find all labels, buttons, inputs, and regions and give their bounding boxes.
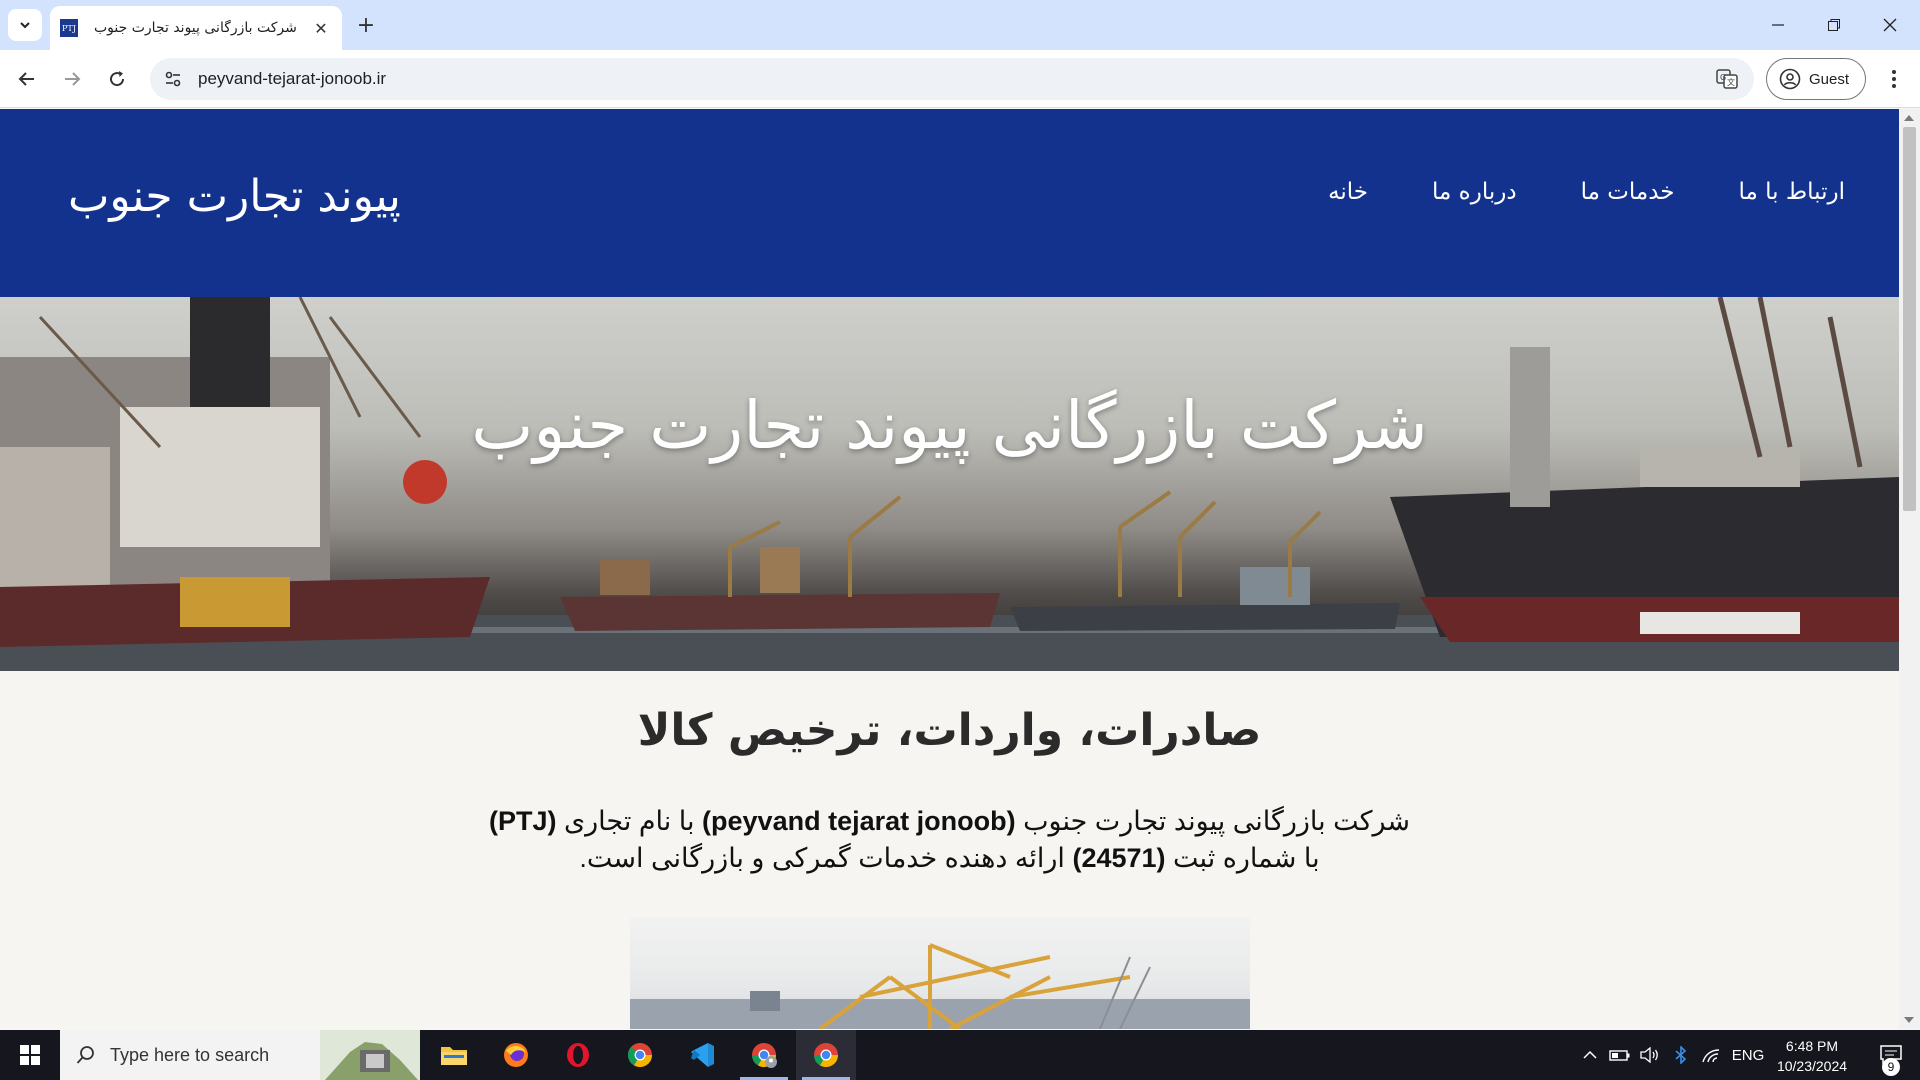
restore-button[interactable] [1806, 0, 1862, 50]
scroll-down-arrow-icon[interactable] [1904, 1017, 1914, 1023]
profile-label: Guest [1809, 70, 1850, 88]
translate-button[interactable]: G文 [1714, 66, 1740, 92]
tune-icon [165, 71, 181, 87]
browser-toolbar: peyvand-tejarat-jonoob.ir G文 Guest [0, 50, 1920, 108]
page-scrollbar[interactable] [1899, 109, 1920, 1029]
profile-button[interactable]: Guest [1766, 58, 1866, 100]
firefox-icon [504, 1043, 528, 1067]
nav-contact[interactable]: ارتباط با ما [1739, 179, 1845, 205]
intro-line-2: با شماره ثبت (24571) ارائه دهنده خدمات گ… [0, 840, 1899, 877]
nav-services[interactable]: خدمات ما [1581, 179, 1675, 205]
close-window-button[interactable] [1862, 0, 1918, 50]
battery-button[interactable] [1606, 1030, 1634, 1080]
search-highlight-image [320, 1030, 420, 1080]
taskbar-clock[interactable]: 6:48 PM 10/23/2024 [1770, 1036, 1854, 1076]
search-icon [76, 1046, 94, 1064]
site-info-button[interactable] [158, 64, 188, 94]
network-button[interactable] [1698, 1030, 1724, 1080]
chrome-icon [814, 1043, 838, 1068]
page-viewport: پیوند تجارت جنوب خانه درباره ما خدمات ما… [0, 109, 1899, 1029]
arrow-right-icon [65, 72, 81, 86]
port-cranes-illustration [630, 943, 1250, 1029]
chevron-up-icon [1583, 1050, 1597, 1059]
browser-menu-button[interactable] [1880, 62, 1908, 96]
scroll-up-arrow-icon[interactable] [1904, 115, 1914, 121]
intro-brand-code: (PTJ) [488, 806, 557, 836]
speaker-icon [1640, 1047, 1658, 1063]
site-logo[interactable]: پیوند تجارت جنوب [68, 171, 401, 222]
restore-icon [1828, 19, 1840, 31]
taskbar-firefox[interactable] [486, 1030, 546, 1080]
more-vertical-icon [1892, 70, 1896, 88]
chevron-down-icon [20, 22, 30, 29]
svg-text:G: G [1720, 73, 1726, 82]
windows-taskbar: Type here to search ENG 6:48 PM 10/23/20… [0, 1030, 1920, 1080]
intro-latin-name: (peyvand tejarat jonoob) [702, 806, 1016, 836]
new-tab-button[interactable]: + [352, 11, 380, 39]
address-bar[interactable]: peyvand-tejarat-jonoob.ir G文 [150, 58, 1754, 100]
hero-banner: شرکت بازرگانی پیوند تجارت جنوب [0, 297, 1899, 671]
arrow-left-icon [18, 72, 34, 86]
tab-title: شرکت بازرگانی پیوند تجارت جنوب [94, 20, 297, 36]
translate-icon: G文 [1716, 69, 1738, 89]
close-tab-icon[interactable]: ✕ [310, 17, 332, 39]
minimize-button[interactable] [1750, 0, 1806, 50]
chrome-icon [627, 1043, 652, 1068]
intro-line-1: شرکت بازرگانی پیوند تجارت جنوب (peyvand … [0, 803, 1899, 840]
taskbar-chrome-profile[interactable] [734, 1030, 794, 1080]
start-button[interactable] [0, 1030, 60, 1080]
harbor-ships-image [0, 297, 1899, 671]
taskbar-file-explorer[interactable] [424, 1030, 484, 1080]
show-hidden-icons-button[interactable] [1578, 1030, 1602, 1080]
language-indicator[interactable]: ENG [1728, 1030, 1768, 1080]
clock-time: 6:48 PM [1785, 1038, 1839, 1054]
vscode-icon [691, 1043, 714, 1067]
svg-text:文: 文 [1727, 77, 1735, 87]
intro-text: شرکت بازرگانی پیوند تجارت جنوب (peyvand … [0, 803, 1899, 877]
nav-about[interactable]: درباره ما [1432, 179, 1517, 205]
bluetooth-icon [1675, 1046, 1687, 1064]
browser-tab[interactable]: PTJ شرکت بازرگانی پیوند تجارت جنوب ✕ [50, 6, 342, 50]
battery-icon [1609, 1050, 1630, 1061]
site-nav: خانه درباره ما خدمات ما ارتباط با ما [1328, 179, 1845, 205]
site-favicon-icon: PTJ [60, 19, 78, 37]
notification-count-badge: 9 [1882, 1058, 1900, 1076]
back-button[interactable] [10, 62, 44, 96]
intro-reg-label: با شماره ثبت [1165, 843, 1320, 873]
scroll-thumb[interactable] [1903, 127, 1916, 511]
nav-home[interactable]: خانه [1328, 179, 1368, 205]
url-text[interactable]: peyvand-tejarat-jonoob.ir [198, 69, 386, 89]
intro-reg-number: (24571) [1072, 843, 1166, 873]
account-circle-icon [1779, 68, 1801, 90]
windows-logo-icon [20, 1045, 40, 1065]
taskbar-search-placeholder: Type here to search [110, 1044, 270, 1065]
clock-date: 10/23/2024 [1776, 1058, 1848, 1074]
intro-company-name: شرکت بازرگانی پیوند تجارت جنوب [1015, 806, 1411, 836]
intro-description: ارائه دهنده خدمات گمرکی و بازرگانی است. [579, 843, 1073, 873]
wifi-icon [1702, 1049, 1720, 1063]
taskbar-search[interactable]: Type here to search [60, 1030, 420, 1080]
site-header: پیوند تجارت جنوب خانه درباره ما خدمات ما… [0, 109, 1899, 297]
volume-button[interactable] [1636, 1030, 1664, 1080]
hero-title: شرکت بازرگانی پیوند تجارت جنوب [471, 387, 1428, 464]
intro-brand-label: با نام تجاری [556, 806, 703, 836]
folder-icon [441, 1047, 467, 1065]
taskbar-chrome[interactable] [610, 1030, 670, 1080]
taskbar-vscode[interactable] [672, 1030, 732, 1080]
tab-search-button[interactable] [8, 9, 42, 41]
bluetooth-button[interactable] [1668, 1030, 1694, 1080]
forward-button[interactable] [55, 62, 89, 96]
port-cranes-image [630, 917, 1250, 1029]
close-icon [1883, 18, 1897, 32]
browser-titlebar: PTJ شرکت بازرگانی پیوند تجارت جنوب ✕ + [0, 0, 1920, 50]
taskbar-chrome-active[interactable] [796, 1030, 856, 1080]
reload-icon [110, 71, 125, 87]
opera-icon [567, 1043, 589, 1067]
chrome-profile-icon [752, 1043, 777, 1068]
reload-button[interactable] [100, 62, 134, 96]
taskbar-opera[interactable] [548, 1030, 608, 1080]
section-title: صادرات، واردات، ترخیص کالا [637, 705, 1262, 756]
minimize-icon [1772, 24, 1784, 26]
